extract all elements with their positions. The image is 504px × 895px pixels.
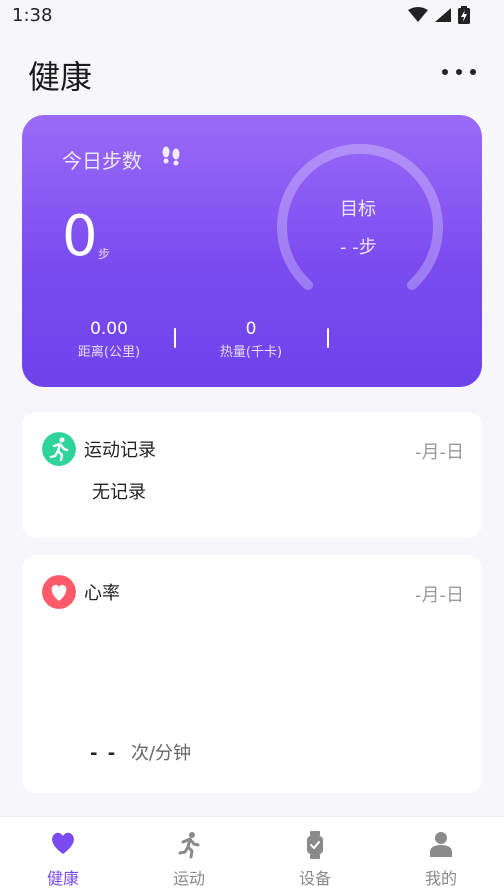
no-record-text: 无记录 (92, 482, 146, 503)
status-time: 1:38 (12, 5, 53, 26)
more-dot-icon (442, 69, 448, 75)
watch-icon (307, 831, 323, 859)
today-steps-card[interactable]: 今日步数 0 步 目标 - -步 0.00 距离(公里) 0 热量(千卡) (22, 115, 482, 387)
goal-progress-ring (277, 143, 443, 290)
more-dot-icon (470, 69, 476, 75)
nav-device[interactable]: 设备 (252, 817, 378, 895)
steps-count: 0 (62, 204, 98, 269)
distance-label: 距离(公里) (77, 345, 141, 360)
steps-unit: 步 (98, 247, 111, 261)
running-icon (178, 832, 200, 859)
battery-icon (458, 6, 470, 24)
running-icon (42, 432, 76, 466)
heart-rate-value: - - (90, 743, 118, 764)
wifi-icon (408, 7, 428, 22)
heart-rate-unit: 次/分钟 (130, 743, 192, 764)
nav-exercise[interactable]: 运动 (126, 817, 252, 895)
more-dot-icon (456, 69, 462, 75)
calories-metric: 0 热量(千卡) (206, 319, 296, 360)
exercise-record-card[interactable]: 运动记录 -月-日 无记录 (22, 412, 482, 538)
nav-mine-label: 我的 (424, 869, 457, 888)
more-options-button[interactable] (442, 62, 476, 82)
nav-device-label: 设备 (298, 869, 331, 888)
signal-icon (435, 8, 451, 22)
goal-value: - -步 (340, 237, 377, 258)
page-title: 健康 (28, 58, 93, 96)
goal-label: 目标 (340, 199, 376, 220)
heart-rate-title: 心率 (84, 583, 120, 604)
distance-value: 0.00 (90, 319, 128, 339)
metric-divider (174, 328, 176, 348)
heart-icon (42, 575, 76, 609)
steps-title: 今日步数 (62, 149, 142, 173)
footprints-icon (162, 146, 180, 166)
heart-rate-card[interactable]: 心率 -月-日 - - 次/分钟 (22, 555, 482, 793)
status-bar: 1:38 (0, 0, 504, 32)
nav-mine[interactable]: 我的 (378, 817, 504, 895)
metric-divider (327, 328, 329, 348)
exercise-record-date: -月-日 (415, 442, 464, 463)
heart-icon (52, 832, 74, 854)
exercise-record-title: 运动记录 (84, 440, 156, 461)
nav-health-label: 健康 (46, 869, 79, 888)
bottom-navigation: 健康 运动 设备 我的 (0, 816, 504, 895)
calories-value: 0 (245, 319, 257, 339)
nav-exercise-label: 运动 (172, 869, 205, 888)
person-icon (430, 832, 452, 857)
calories-label: 热量(千卡) (219, 345, 283, 360)
status-icons (408, 6, 470, 24)
heart-rate-value-row: - - 次/分钟 (90, 739, 191, 765)
distance-metric: 0.00 距离(公里) (64, 319, 154, 360)
heart-rate-date: -月-日 (415, 585, 464, 606)
nav-health[interactable]: 健康 (0, 817, 126, 895)
